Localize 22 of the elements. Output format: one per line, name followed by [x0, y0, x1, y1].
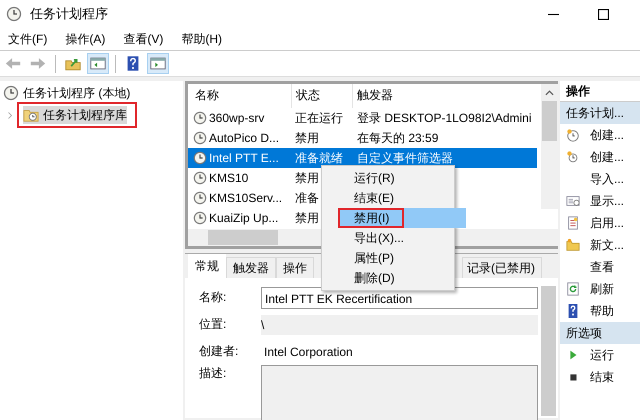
- table-cell: KuaiZip Up...: [209, 211, 278, 225]
- table-cell: 禁用: [295, 210, 319, 224]
- field-label: 创建者:: [198, 343, 240, 360]
- table-cell: 自定义事件筛选器: [357, 150, 453, 164]
- table-cell: 准备就绪: [295, 150, 343, 164]
- field-label: 位置:: [198, 316, 228, 333]
- author-text: Intel Corporation: [263, 344, 354, 358]
- field-label: 名称:: [198, 289, 228, 306]
- table-cell: AutoPico D...: [209, 131, 280, 145]
- window-title: 任务计划程序: [30, 5, 108, 23]
- table-cell: 禁用: [295, 170, 319, 184]
- table-cell: 360wp-srv: [209, 111, 264, 125]
- table-cell: Intel PTT E...: [209, 151, 279, 165]
- table-cell: 登录 DESKTOP-1LO98I2\Admini: [357, 110, 532, 124]
- table-cell: 禁用: [295, 130, 319, 144]
- location-field: \: [261, 314, 538, 334]
- table-cell: 准备: [295, 190, 319, 204]
- table-cell: 正在运行: [295, 110, 343, 124]
- field-label: 描述:: [198, 365, 228, 382]
- table-cell: 在每天的 23:59: [357, 130, 438, 144]
- table-cell: KMS10Serv...: [209, 191, 282, 205]
- table-cell: KMS10: [209, 171, 248, 185]
